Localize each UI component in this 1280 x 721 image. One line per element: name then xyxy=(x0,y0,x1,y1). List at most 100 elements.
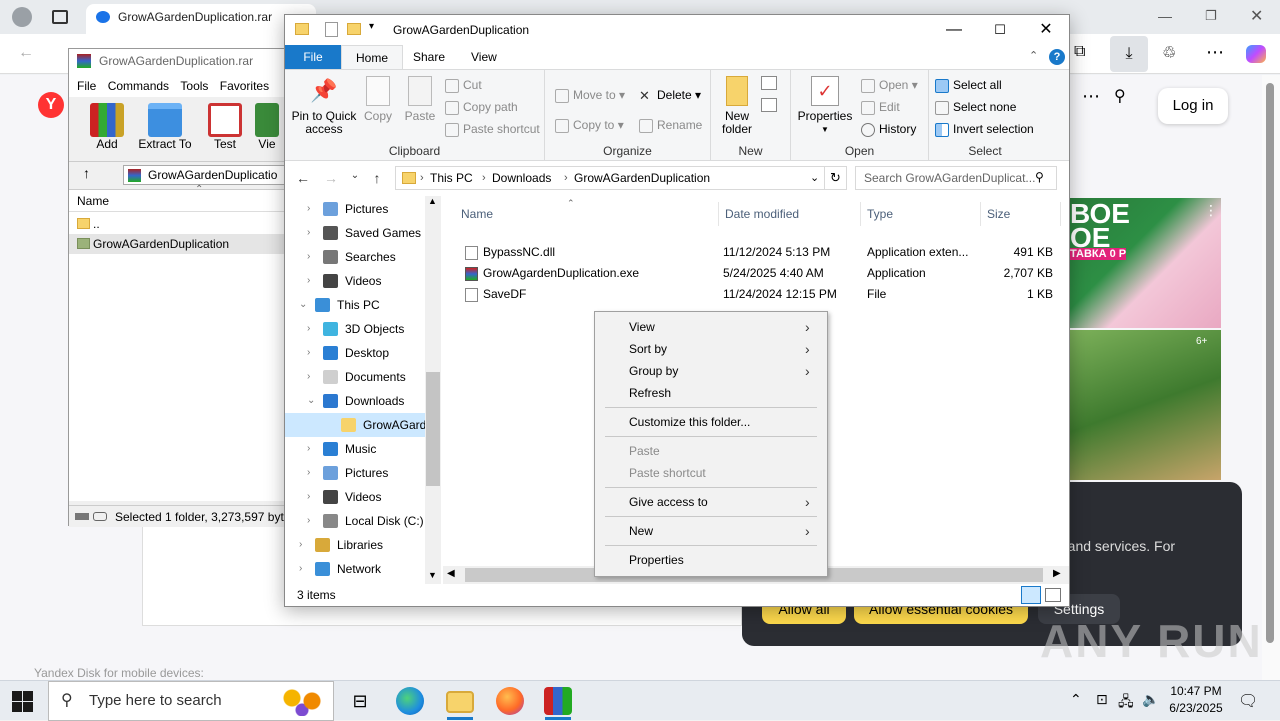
nav-scrollbar[interactable]: ▲ ▼ xyxy=(425,196,441,584)
maximize-icon[interactable]: ☐ xyxy=(977,15,1023,45)
tab-share[interactable]: Share xyxy=(399,45,459,69)
explorer-titlebar[interactable]: ▾ GrowAGardenDuplication — ☐ ✕ xyxy=(285,15,1069,45)
menu-tools[interactable]: Tools xyxy=(180,79,208,93)
menu-item-sort-by[interactable]: Sort by › xyxy=(595,338,827,360)
scroll-down-icon[interactable]: ▼ xyxy=(428,570,437,580)
chevron-up-icon[interactable]: ⌃ xyxy=(1070,691,1082,708)
refresh-icon[interactable]: ↻ xyxy=(825,166,847,190)
nav-item-pictures[interactable]: › Pictures xyxy=(285,197,425,221)
nav-item-local-disk-c[interactable]: › Local Disk (C:) xyxy=(285,509,425,533)
profile-icon[interactable] xyxy=(12,7,32,27)
chevron-right-icon[interactable]: › xyxy=(307,341,310,365)
nav-item-pictures[interactable]: › Pictures xyxy=(285,461,425,485)
minimize-icon[interactable]: — xyxy=(1158,8,1172,24)
extract-to-button[interactable]: Extract To xyxy=(135,101,195,159)
history-button[interactable]: History xyxy=(861,118,916,140)
details-view-icon[interactable] xyxy=(1021,586,1041,604)
paste-shortcut-button[interactable]: Paste shortcut xyxy=(445,118,540,140)
column-name[interactable]: Name xyxy=(69,190,287,212)
chevron-right-icon[interactable]: › xyxy=(307,197,310,221)
chevron-right-icon[interactable]: › xyxy=(307,269,310,293)
breadcrumb-this-pc[interactable]: This PC xyxy=(430,167,473,189)
large-icons-view-icon[interactable] xyxy=(1045,588,1061,602)
nav-item-growagarden[interactable]: GrowAGarden xyxy=(285,413,425,437)
copy-button[interactable]: Copy xyxy=(361,76,395,123)
easy-access-icon[interactable] xyxy=(761,98,777,112)
help-icon[interactable]: ? xyxy=(1049,49,1065,65)
file-explorer-icon[interactable] xyxy=(446,691,474,713)
chevron-right-icon[interactable]: › xyxy=(307,245,310,269)
nav-item-documents[interactable]: › Documents xyxy=(285,365,425,389)
new-folder-button[interactable]: New folder xyxy=(715,76,759,136)
column-size[interactable]: Size xyxy=(981,202,1061,226)
file-row[interactable]: SaveDF 11/24/2024 12:15 PM File 1 KB xyxy=(443,284,1063,305)
chevron-right-icon[interactable]: › xyxy=(307,509,310,533)
pin-icon[interactable]: ⚲ xyxy=(1114,86,1126,106)
copy-to-button[interactable]: Copy to ▾ xyxy=(555,114,624,136)
meet-now-icon[interactable]: ⊡ xyxy=(1096,691,1108,708)
tab-home[interactable]: Home xyxy=(341,45,404,69)
menu-file[interactable]: File xyxy=(77,79,96,93)
task-view-icon[interactable]: ⊟ xyxy=(346,687,374,715)
column-type[interactable]: Type xyxy=(861,202,981,226)
ad-banner-top[interactable]: ВОЕ ОЕ ТАВКА 0 Р ⋮ xyxy=(1068,198,1221,328)
menu-item-give-access[interactable]: Give access to › xyxy=(595,491,827,513)
scroll-left-icon[interactable]: ◀ xyxy=(447,568,455,579)
search-input[interactable]: Search GrowAGardenDuplicat... xyxy=(855,166,1057,190)
add-button[interactable]: Add xyxy=(77,101,137,159)
extensions-icon[interactable]: ♲ xyxy=(1162,43,1176,63)
list-item[interactable]: GrowAGardenDuplication xyxy=(69,234,287,254)
tab-actions-icon[interactable] xyxy=(52,10,68,24)
nav-item-music[interactable]: › Music xyxy=(285,437,425,461)
up-icon[interactable]: ↑ xyxy=(367,170,387,186)
menu-item-paste[interactable]: Paste xyxy=(595,440,827,462)
rename-button[interactable]: Rename xyxy=(639,114,702,136)
favorites-icon[interactable]: ⧉ xyxy=(1074,43,1085,61)
nav-item-libraries[interactable]: › Libraries xyxy=(285,533,425,557)
properties-button[interactable]: ✓ Properties ▼ xyxy=(795,76,855,136)
scroll-up-icon[interactable]: ▲ xyxy=(428,196,437,206)
chevron-right-icon[interactable]: › xyxy=(307,485,310,509)
collapse-ribbon-icon[interactable]: ⌃ xyxy=(1029,49,1038,62)
more-icon[interactable]: ⋯ xyxy=(1206,42,1224,63)
chevron-right-icon[interactable]: › xyxy=(307,317,310,341)
chevron-right-icon[interactable]: › xyxy=(299,557,302,581)
tab-view[interactable]: View xyxy=(457,45,511,69)
firefox-icon[interactable] xyxy=(496,687,524,715)
winrar-path-field[interactable]: GrowAGardenDuplicatio xyxy=(123,165,293,185)
cut-button[interactable]: Cut xyxy=(445,74,482,96)
page-more-icon[interactable]: ⋯ xyxy=(1082,86,1100,107)
taskbar-search[interactable]: ⚲ Type here to search xyxy=(48,681,334,721)
menu-item-new[interactable]: New › xyxy=(595,520,827,542)
breadcrumb-current[interactable]: GrowAGardenDuplication xyxy=(574,167,710,189)
start-button[interactable] xyxy=(10,689,34,713)
column-name[interactable]: Name xyxy=(455,202,719,226)
move-to-button[interactable]: Move to ▾ xyxy=(555,84,625,106)
restore-icon[interactable]: ❐ xyxy=(1205,8,1217,24)
winrar-taskbar-icon[interactable] xyxy=(544,687,572,715)
nav-item-this-pc[interactable]: ⌄ This PC xyxy=(285,293,425,317)
test-button[interactable]: Test xyxy=(195,101,255,159)
tab-file[interactable]: File xyxy=(285,45,341,69)
address-dropdown-icon[interactable]: ⌄ xyxy=(810,167,819,189)
edge-icon[interactable] xyxy=(396,687,424,715)
list-item[interactable]: .. xyxy=(69,214,287,234)
qa-dropdown-icon[interactable]: ▾ xyxy=(369,21,374,32)
open-button[interactable]: Open ▾ xyxy=(861,74,918,96)
forward-icon[interactable]: → xyxy=(321,170,341,186)
chevron-right-icon[interactable]: › xyxy=(307,461,310,485)
address-bar[interactable]: › This PC › Downloads › GrowAGardenDupli… xyxy=(395,166,825,190)
chevron-right-icon[interactable]: › xyxy=(307,221,310,245)
chevron-down-icon[interactable]: ⌄ xyxy=(299,293,307,317)
close-icon[interactable]: ✕ xyxy=(1023,15,1069,45)
menu-item-view[interactable]: View › xyxy=(595,316,827,338)
select-none-button[interactable]: Select none xyxy=(935,96,1016,118)
network-icon[interactable]: 🖧 xyxy=(1118,691,1134,715)
back-icon[interactable]: ← xyxy=(18,44,34,62)
chevron-right-icon[interactable]: › xyxy=(307,437,310,461)
nav-item-searches[interactable]: › Searches xyxy=(285,245,425,269)
nav-item-downloads[interactable]: ⌄ Downloads xyxy=(285,389,425,413)
login-button[interactable]: Log in xyxy=(1158,88,1228,124)
menu-commands[interactable]: Commands xyxy=(108,79,169,93)
winrar-titlebar[interactable]: GrowAGardenDuplication.rar xyxy=(69,49,287,75)
